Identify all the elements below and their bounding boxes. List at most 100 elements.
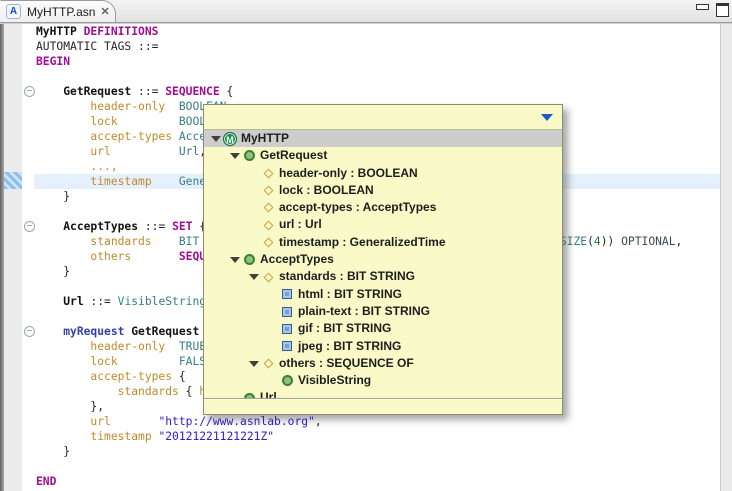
tab-myhttp-asn[interactable]: A MyHTTP.asn ✕ — [0, 0, 116, 22]
code-line[interactable]: BEGIN — [36, 54, 682, 69]
code-token: } — [36, 190, 70, 203]
code-token: GetRequest — [63, 85, 131, 98]
outline-tree-item[interactable]: jpeg : BIT STRING — [204, 338, 562, 355]
outline-tree-item[interactable]: standards : BIT STRING — [204, 268, 562, 285]
chevron-down-icon — [230, 257, 240, 263]
code-token: header-only — [90, 340, 165, 353]
outline-tree-item[interactable]: timestamp : GeneralizedTime — [204, 234, 562, 251]
code-token: TRUE — [179, 340, 206, 353]
maximize-view-icon[interactable] — [716, 3, 729, 17]
field-glyph — [263, 168, 273, 178]
field-icon — [260, 222, 276, 229]
quick-outline-popup: MMyHTTPGetRequestheader-only : BOOLEANlo… — [203, 104, 563, 415]
code-token: ..., — [90, 160, 117, 173]
code-line[interactable]: AUTOMATIC TAGS ::= — [36, 39, 682, 54]
tree-item-label: url : Url — [279, 216, 322, 233]
bit-glyph — [282, 341, 292, 351]
code-token — [36, 325, 63, 338]
fold-collapse-icon[interactable]: − — [24, 326, 35, 337]
tab-label: MyHTTP.asn — [27, 5, 95, 19]
field-icon — [260, 170, 276, 177]
outline-tree-item[interactable]: gif : BIT STRING — [204, 320, 562, 337]
outline-tree-item[interactable]: GetRequest — [204, 147, 562, 164]
tree-item-label: others : SEQUENCE OF — [279, 355, 414, 372]
outline-tree-item[interactable]: others : SEQUENCE OF — [204, 355, 562, 372]
field-glyph — [263, 237, 273, 247]
code-line[interactable]: url "http://www.asnlab.org", — [36, 414, 682, 429]
overview-ruler[interactable] — [720, 24, 732, 491]
code-token: DEFINITIONS — [84, 25, 159, 38]
chevron-down-icon — [230, 153, 240, 159]
code-line[interactable]: GetRequest ::= SEQUENCE { — [36, 84, 682, 99]
code-token — [111, 415, 159, 428]
tab-close-icon[interactable]: ✕ — [100, 5, 109, 18]
code-token — [36, 220, 63, 233]
code-token — [36, 430, 90, 443]
code-token: url — [90, 145, 110, 158]
code-token — [111, 145, 179, 158]
type-glyph — [282, 375, 293, 386]
view-window-controls — [696, 3, 729, 17]
outline-tree-item[interactable]: MMyHTTP — [204, 130, 562, 147]
expand-triangle-icon[interactable] — [248, 361, 260, 367]
tree-item-label: lock : BOOLEAN — [279, 182, 374, 199]
code-token: } — [36, 445, 70, 458]
outline-tree-item[interactable]: AcceptTypes — [204, 251, 562, 268]
expand-triangle-icon[interactable] — [248, 274, 260, 280]
field-icon — [260, 274, 276, 281]
expand-triangle-icon[interactable] — [229, 153, 241, 159]
code-line[interactable]: } — [36, 444, 682, 459]
code-token: AUTOMATIC TAGS ::= — [36, 40, 158, 53]
outline-tree-item[interactable]: header-only : BOOLEAN — [204, 165, 562, 182]
code-line[interactable]: timestamp "20121221121221Z" — [36, 429, 682, 444]
code-token: SET — [172, 220, 192, 233]
code-token: SIZE — [560, 235, 587, 248]
bit-icon — [279, 289, 295, 299]
code-token: Url — [63, 295, 83, 308]
code-token: { — [172, 370, 186, 383]
field-icon — [260, 204, 276, 211]
popup-status-bar — [204, 398, 562, 414]
code-line[interactable]: MyHTTP DEFINITIONS — [36, 24, 682, 39]
bit-icon — [279, 324, 295, 334]
outline-tree-item[interactable]: plain-text : BIT STRING — [204, 303, 562, 320]
code-token — [36, 295, 63, 308]
code-token: url — [90, 415, 110, 428]
tree-item-label: timestamp : GeneralizedTime — [279, 234, 446, 251]
code-token: } — [36, 265, 70, 278]
code-token — [36, 355, 90, 368]
code-line[interactable] — [36, 69, 682, 84]
code-token — [152, 175, 179, 188]
code-token: }, — [36, 400, 104, 413]
code-token — [131, 250, 179, 263]
code-line[interactable]: END — [36, 474, 682, 489]
chevron-down-icon — [249, 274, 259, 280]
code-token: { — [179, 385, 199, 398]
outline-tree-item[interactable]: VisibleString — [204, 372, 562, 389]
field-icon — [260, 187, 276, 194]
fold-collapse-icon[interactable]: − — [24, 86, 35, 97]
outline-tree-item[interactable]: accept-types : AcceptTypes — [204, 199, 562, 216]
annotation-ruler[interactable] — [4, 24, 22, 491]
code-token: MyHTTP — [36, 25, 84, 38]
code-line[interactable] — [36, 459, 682, 474]
expand-triangle-icon[interactable] — [229, 257, 241, 263]
module-glyph: M — [223, 132, 237, 146]
minimize-view-icon[interactable] — [696, 4, 709, 10]
outline-filter-bar[interactable] — [204, 105, 562, 130]
outline-tree-item[interactable]: lock : BOOLEAN — [204, 182, 562, 199]
fold-collapse-icon[interactable]: − — [24, 221, 35, 232]
outline-tree-item[interactable]: html : BIT STRING — [204, 286, 562, 303]
expand-triangle-icon[interactable] — [210, 136, 222, 142]
occurrence-marker — [4, 172, 22, 189]
code-token: ::= — [131, 85, 165, 98]
code-token — [165, 340, 179, 353]
field-glyph — [263, 186, 273, 196]
popup-menu-icon[interactable] — [541, 114, 553, 121]
outline-tree-item[interactable]: url : Url — [204, 216, 562, 233]
code-token — [152, 235, 179, 248]
asn-file-icon: A — [6, 4, 21, 19]
code-token: header-only — [90, 100, 165, 113]
tree-item-label: header-only : BOOLEAN — [279, 165, 418, 182]
code-token — [36, 145, 90, 158]
